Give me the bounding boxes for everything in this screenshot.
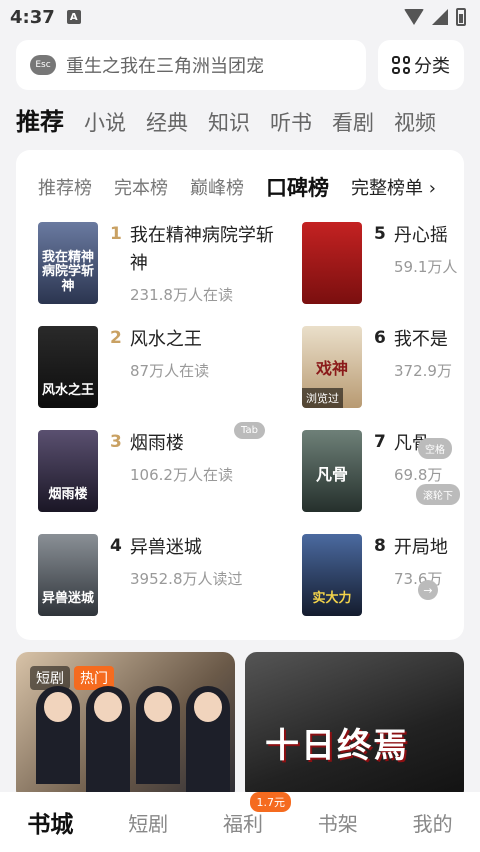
nav-short-drama[interactable]: 短剧 xyxy=(128,808,168,837)
cover-title: 实大力 xyxy=(312,590,352,606)
rank-tab-peak[interactable]: 巅峰榜 xyxy=(190,174,244,200)
bottom-navigation: 书城 短剧 福利 1.7元 书架 我的 xyxy=(0,791,480,852)
book-title: 开局地 xyxy=(393,537,448,558)
rank-number: 3 xyxy=(110,432,122,452)
status-time: 4:37 xyxy=(10,6,55,28)
book-cover[interactable] xyxy=(302,222,362,304)
rank-number: 8 xyxy=(374,536,386,556)
channel-tab-video[interactable]: 视频 xyxy=(394,107,436,137)
full-ranking-link[interactable]: 完整榜单 › xyxy=(351,174,436,200)
cover-title: 戏神 xyxy=(315,359,348,379)
search-bar[interactable]: Esc 重生之我在三角洲当团宠 xyxy=(16,40,366,90)
welfare-badge: 1.7元 xyxy=(250,791,291,812)
channel-tab-recommend[interactable]: 推荐 xyxy=(16,102,64,137)
rank-number: 2 xyxy=(110,328,122,348)
category-label: 分类 xyxy=(414,56,450,77)
reader-count: 59.1万人 xyxy=(394,258,458,276)
search-placeholder: 重生之我在三角洲当团宠 xyxy=(66,56,264,77)
book-item[interactable]: 我在精神病院学斩神 1 我在精神病院学斩神 231.8万人在读 xyxy=(38,222,280,305)
rank-tab-completed[interactable]: 完本榜 xyxy=(114,174,168,200)
short-drama-banner[interactable]: 短剧 热门 xyxy=(16,652,235,802)
book-title: 我不是 xyxy=(393,329,448,350)
drama-banner-ten-days[interactable]: 十日终焉 xyxy=(245,652,464,802)
rank-number: 4 xyxy=(110,536,122,556)
book-item[interactable]: 戏神 浏览过 6 我不是 372.9万 xyxy=(302,326,452,408)
battery-icon xyxy=(456,8,466,26)
drama-title: 十日终焉 xyxy=(265,726,409,766)
book-cover[interactable]: 异兽迷城 xyxy=(38,534,98,616)
rank-number: 7 xyxy=(374,432,386,452)
book-title: 异兽迷城 xyxy=(129,537,202,558)
book-item[interactable]: 烟雨楼 3 烟雨楼 106.2万人在读 xyxy=(38,430,233,512)
grid-icon xyxy=(392,56,410,74)
nav-profile[interactable]: 我的 xyxy=(413,808,453,837)
channel-tab-novel[interactable]: 小说 xyxy=(84,107,126,137)
rank-tab-recommend[interactable]: 推荐榜 xyxy=(38,174,92,200)
channel-tab-knowledge[interactable]: 知识 xyxy=(208,107,250,137)
rank-number: 5 xyxy=(374,224,386,244)
tab-key-hint: Tab xyxy=(234,422,265,439)
ranking-tabs: 推荐榜 完本榜 巅峰榜 口碑榜 完整榜单 › xyxy=(16,150,464,202)
book-title: 丹心摇 xyxy=(393,225,448,246)
esc-key-icon: Esc xyxy=(30,55,56,75)
nav-bookshelf[interactable]: 书架 xyxy=(318,808,358,837)
cover-title: 烟雨楼 xyxy=(48,486,88,502)
book-cover[interactable]: 烟雨楼 xyxy=(38,430,98,512)
rank-number: 1 xyxy=(110,224,122,244)
book-title: 我在精神病院学斩神 xyxy=(129,225,274,274)
book-cover[interactable]: 风水之王 xyxy=(38,326,98,408)
rank-number: 6 xyxy=(374,328,386,348)
nav-welfare-label: 福利 xyxy=(222,811,263,836)
book-cover[interactable]: 凡骨 xyxy=(302,430,362,512)
reader-count: 3952.8万人读过 xyxy=(130,570,243,588)
status-bar: 4:37 A xyxy=(0,0,480,34)
channel-tab-drama[interactable]: 看剧 xyxy=(332,107,374,137)
notification-a-icon: A xyxy=(66,10,81,24)
nav-welfare[interactable]: 福利 1.7元 xyxy=(222,791,291,837)
wifi-icon xyxy=(404,9,424,25)
reader-count: 69.8万 xyxy=(394,466,443,484)
cover-title: 我在精神病院学斩神 xyxy=(42,250,95,294)
book-item[interactable]: 异兽迷城 4 异兽迷城 3952.8万人读过 xyxy=(38,534,243,616)
scroll-down-hint: 滚轮下 xyxy=(416,484,460,505)
book-cover[interactable]: 实大力 xyxy=(302,534,362,616)
nav-bookstore[interactable]: 书城 xyxy=(27,805,73,839)
cast-photo xyxy=(36,686,230,802)
viewed-tag: 浏览过 xyxy=(302,388,343,408)
rank-tab-reputation[interactable]: 口碑榜 xyxy=(266,172,329,202)
space-key-hint: 空格 xyxy=(418,438,452,459)
channel-tab-classic[interactable]: 经典 xyxy=(146,107,188,137)
cover-title: 凡骨 xyxy=(315,465,348,485)
channel-tabs: 推荐 小说 经典 知识 听书 看剧 视频 xyxy=(0,90,480,137)
book-item[interactable]: 5 丹心摇 59.1万人 xyxy=(302,222,457,304)
signal-icon xyxy=(432,9,448,25)
reader-count: 372.9万 xyxy=(394,362,452,380)
book-item[interactable]: 风水之王 2 风水之王 87万人在读 xyxy=(38,326,209,408)
ranking-card: 推荐榜 完本榜 巅峰榜 口碑榜 完整榜单 › 我在精神病院学斩神 1 我在精神病… xyxy=(16,150,464,640)
top-bar: Esc 重生之我在三角洲当团宠 分类 xyxy=(0,34,480,90)
cover-title: 异兽迷城 xyxy=(42,590,95,606)
reader-count: 231.8万人在读 xyxy=(130,286,233,304)
book-cover[interactable]: 戏神 浏览过 xyxy=(302,326,362,408)
book-cover[interactable]: 我在精神病院学斩神 xyxy=(38,222,98,304)
book-title: 风水之王 xyxy=(129,329,202,350)
cover-title: 风水之王 xyxy=(42,382,95,398)
book-item[interactable]: 实大力 8 开局地 73.6万 xyxy=(302,534,448,616)
scroll-circle-icon[interactable]: → xyxy=(418,580,438,600)
book-title: 烟雨楼 xyxy=(129,433,184,454)
channel-tab-audiobook[interactable]: 听书 xyxy=(270,107,312,137)
reader-count: 106.2万人在读 xyxy=(130,466,233,484)
category-button[interactable]: 分类 xyxy=(378,40,464,90)
reader-count: 87万人在读 xyxy=(130,362,210,380)
